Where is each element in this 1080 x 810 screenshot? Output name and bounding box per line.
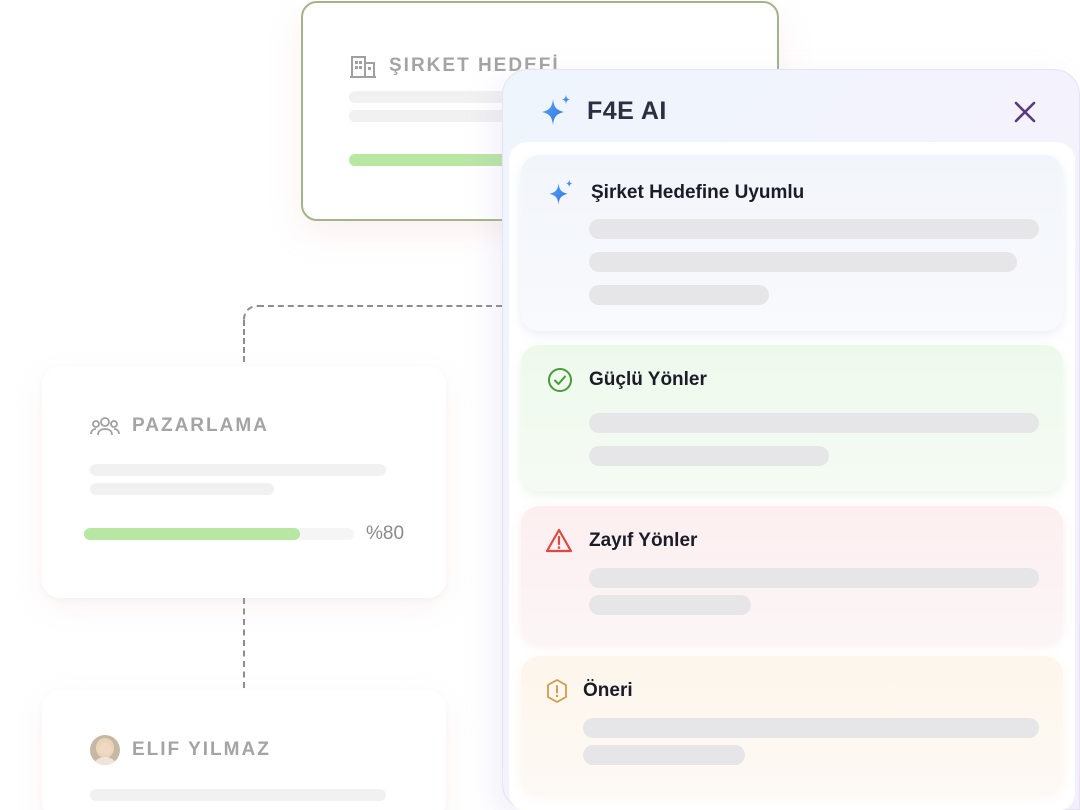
section-weaknesses[interactable]: Zayıf Yönler (521, 506, 1063, 642)
department-card[interactable]: PAZARLAMA %80 (42, 366, 446, 598)
connector-line (243, 320, 245, 362)
person-card[interactable]: ELIF YILMAZ (42, 690, 446, 810)
section-title: Güçlü Yönler (589, 369, 707, 390)
text-placeholder (589, 568, 1039, 588)
connector-line (243, 598, 245, 688)
text-placeholder (589, 252, 1017, 272)
department-progress-label: %80 (366, 523, 405, 544)
department-title: PAZARLAMA (132, 415, 269, 436)
section-header: Güçlü Yönler (547, 367, 707, 393)
section-title: Şirket Hedefine Uyumlu (591, 182, 805, 203)
ai-panel-header: F4E AI (539, 94, 667, 128)
person-header: ELIF YILMAZ (90, 735, 271, 765)
close-icon (1014, 101, 1036, 123)
text-placeholder (589, 413, 1039, 433)
sparkle-icon (549, 179, 573, 205)
connector-corner (243, 305, 261, 323)
text-placeholder (589, 446, 829, 466)
section-title: Öneri (583, 680, 633, 701)
text-placeholder (583, 745, 745, 765)
check-circle-icon (548, 368, 572, 392)
section-strengths[interactable]: Güçlü Yönler (521, 345, 1063, 491)
department-progress-bar (84, 528, 354, 540)
text-placeholder (589, 595, 751, 615)
sparkle-icon (542, 95, 570, 125)
avatar (90, 735, 120, 765)
connector-line (258, 305, 502, 307)
department-progress-fill (84, 528, 300, 540)
ai-panel-title: F4E AI (587, 96, 667, 125)
warning-triangle-icon (545, 528, 573, 553)
section-company-alignment[interactable]: Şirket Hedefine Uyumlu (521, 155, 1063, 331)
text-placeholder (583, 718, 1039, 738)
ai-panel: F4E AI Şirket Hedefine Uyumlu Güçlü Yönl… (502, 69, 1080, 810)
section-title: Zayıf Yönler (589, 530, 698, 551)
ai-panel-body: Şirket Hedefine Uyumlu Güçlü Yönler Zayı… (509, 142, 1075, 810)
text-placeholder (90, 464, 386, 476)
info-hexagon-icon (547, 679, 567, 703)
close-button[interactable] (1011, 98, 1039, 126)
section-header: Öneri (545, 678, 633, 704)
users-icon (90, 417, 120, 436)
text-placeholder (589, 219, 1039, 239)
text-placeholder (589, 285, 769, 305)
section-header: Zayıf Yönler (545, 528, 697, 554)
department-header: PAZARLAMA (90, 414, 269, 438)
section-suggestion[interactable]: Öneri (521, 656, 1063, 792)
section-header: Şirket Hedefine Uyumlu (547, 179, 804, 207)
text-placeholder (90, 483, 274, 495)
person-name: ELIF YILMAZ (132, 739, 271, 760)
text-placeholder (90, 789, 386, 801)
building-icon (350, 56, 376, 78)
